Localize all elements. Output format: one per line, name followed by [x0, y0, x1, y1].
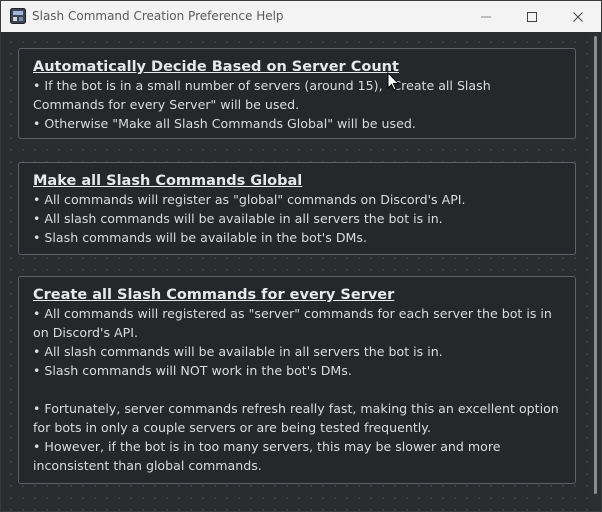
app-icon	[10, 8, 26, 24]
section-heading: Create all Slash Commands for every Serv…	[33, 287, 395, 303]
section-line: • If the bot is in a small number of ser…	[33, 78, 491, 112]
section-heading: Make all Slash Commands Global	[33, 173, 303, 189]
help-window: Slash Command Creation Preference Help A…	[0, 0, 602, 512]
section-line: • Slash commands will NOT work in the bo…	[33, 363, 352, 378]
section-line: • All slash commands will be available i…	[33, 344, 443, 359]
close-icon	[573, 11, 583, 22]
section-global: Make all Slash Commands Global • All com…	[18, 162, 576, 255]
maximize-button[interactable]	[509, 1, 555, 32]
window-title: Slash Command Creation Preference Help	[32, 9, 284, 23]
scrollbar-thumb[interactable]	[594, 36, 597, 494]
section-line: • All slash commands will be available i…	[33, 211, 443, 226]
minimize-button[interactable]	[463, 1, 509, 32]
section-line: • Otherwise "Make all Slash Commands Glo…	[33, 116, 416, 131]
maximize-icon	[527, 11, 537, 22]
section-per-server: Create all Slash Commands for every Serv…	[18, 276, 576, 484]
section-line: • All commands will registered as "serve…	[33, 306, 552, 340]
section-line: • However, if the bot is in too many ser…	[33, 439, 501, 473]
section-line: • Fortunately, server commands refresh r…	[33, 401, 559, 435]
minimize-icon	[481, 16, 491, 17]
section-line: • All commands will register as "global"…	[33, 192, 466, 207]
section-auto-decide: Automatically Decide Based on Server Cou…	[18, 48, 576, 139]
help-content: Automatically Decide Based on Server Cou…	[1, 32, 590, 511]
vertical-scrollbar[interactable]	[590, 32, 601, 511]
mouse-cursor-icon	[387, 72, 400, 91]
close-button[interactable]	[555, 1, 601, 32]
title-bar[interactable]: Slash Command Creation Preference Help	[1, 1, 601, 32]
section-line: • Slash commands will be available in th…	[33, 230, 367, 245]
section-heading: Automatically Decide Based on Server Cou…	[33, 59, 399, 75]
